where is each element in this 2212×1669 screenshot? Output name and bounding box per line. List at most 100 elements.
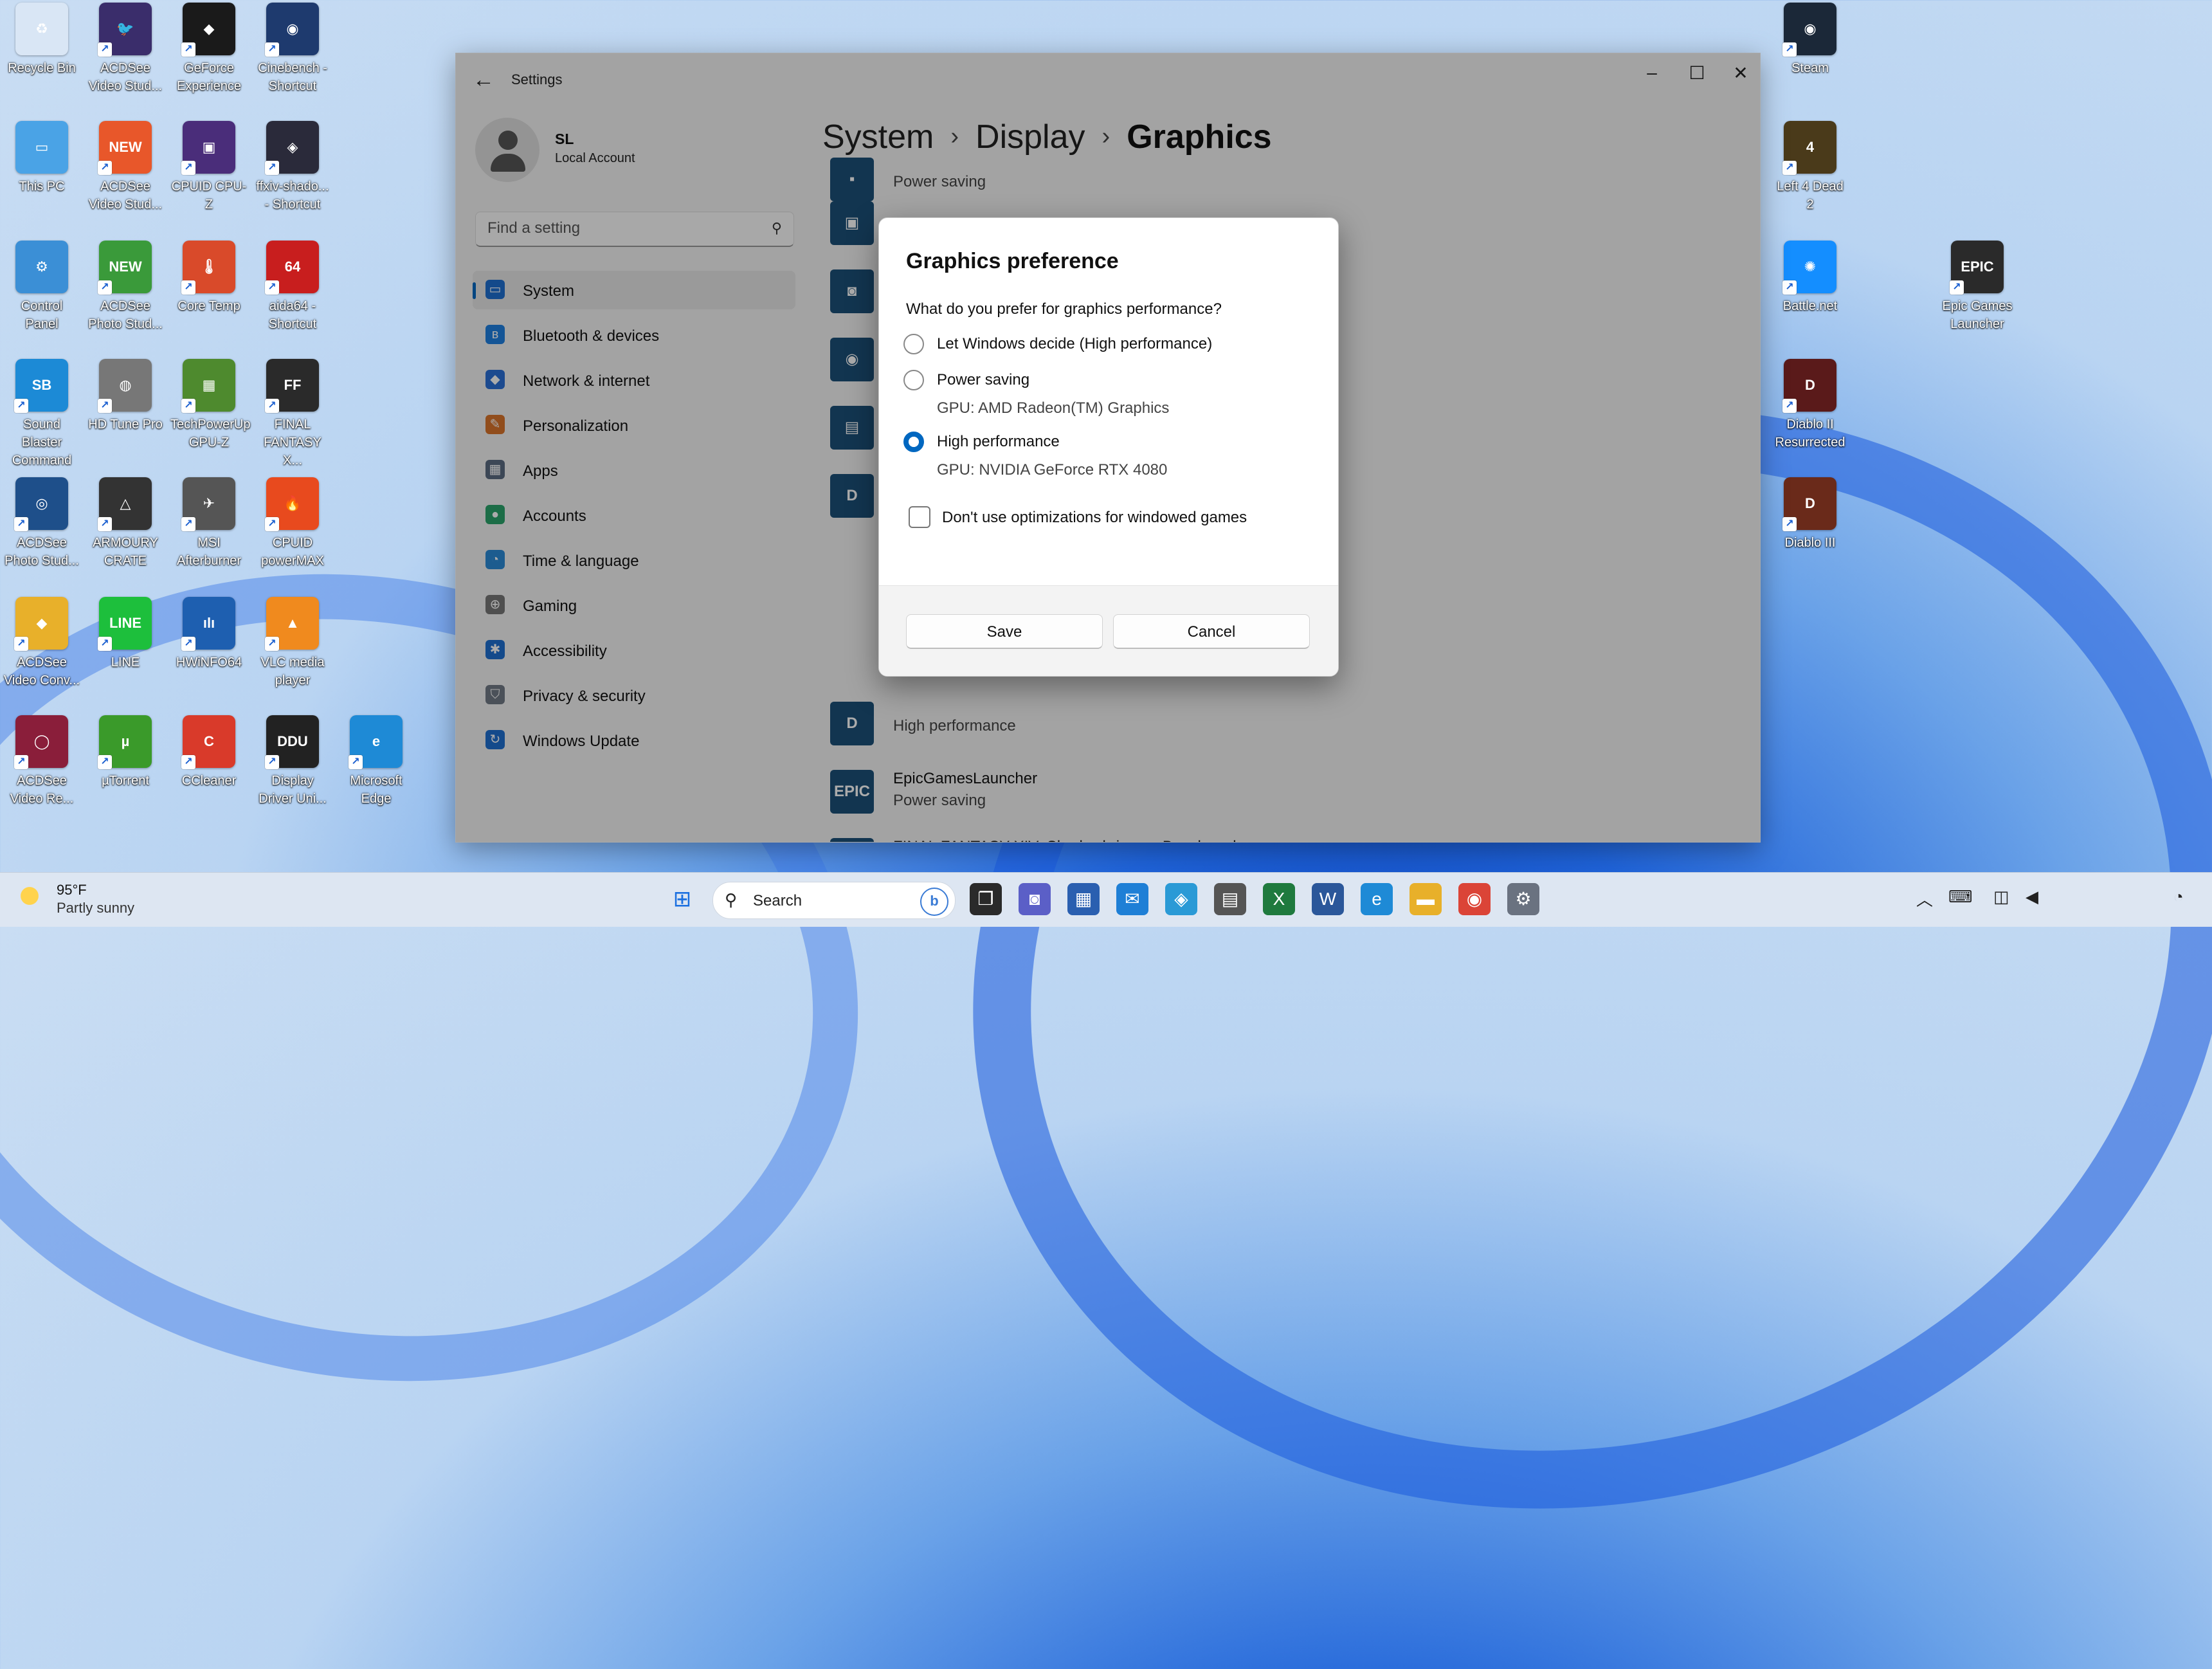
desktop-icon[interactable]: ▦ ↗ TechPowerUp GPU-Z [170,359,251,451]
edge-icon[interactable]: e [1361,883,1393,915]
desktop-icon[interactable]: ▲ ↗ VLC media player [254,597,331,689]
keyboard-icon[interactable]: ⌨ [1948,887,1973,907]
windowed-optimizations-checkbox[interactable] [909,506,930,528]
app-icon: 64 ↗ [265,241,319,295]
desktop-icon[interactable]: ◆ ↗ ACDSee Video Conv... [3,597,80,689]
bing-icon[interactable]: b [920,888,948,916]
weather-temp[interactable]: 95°F [57,882,87,898]
desktop-icon-label: µTorrent [102,774,149,788]
desktop-icon[interactable]: C ↗ CCleaner [170,715,248,790]
desktop-icon-label: aida64 - Shortcut [268,299,317,331]
app-icon: DDU ↗ [265,715,319,769]
file-explorer-icon[interactable]: ▬ [1410,883,1442,915]
app-glyph: ◯ [33,733,50,749]
weather-description[interactable]: Partly sunny [57,900,134,917]
desktop-icon[interactable]: ▭ This PC [3,121,80,196]
app-glyph: ◈ [287,139,298,155]
desktop-icon-label: Epic Games Launcher [1942,299,2013,331]
desktop-icon[interactable]: 4 ↗ Left 4 Dead 2 [1772,121,1849,214]
desktop-icon[interactable]: 🔥 ↗ CPUID powerMAX [254,477,331,570]
dialog-title: Graphics preference [906,249,1119,273]
shortcut-arrow-icon: ↗ [265,637,279,651]
desktop-icon[interactable]: 🌡 ↗ Core Temp [170,241,248,315]
option-label: High performance [937,433,1060,450]
start-icon[interactable]: ⊞ [666,883,698,915]
desktop-icon[interactable]: FF ↗ FINAL FANTASY X... [254,359,331,470]
desktop-icon[interactable]: ✺ ↗ Battle.net [1772,241,1849,315]
store-icon[interactable]: ▦ [1067,883,1100,915]
app-glyph: EPIC [1961,259,1994,275]
shortcut-arrow-icon: ↗ [1782,42,1797,57]
desktop-icon[interactable]: ♻ Recycle Bin [3,3,80,77]
desktop-icon[interactable]: NEW ↗ ACDSee Video Stud... [87,121,164,214]
shortcut-arrow-icon: ↗ [1782,399,1797,413]
desktop-icon[interactable]: ✈ ↗ MSI Afterburner [170,477,248,570]
save-button[interactable]: Save [906,614,1103,649]
weather-icon[interactable] [19,886,45,911]
desktop-icon[interactable]: ◉ ↗ Cinebench - Shortcut [254,3,331,95]
chevron-up-icon[interactable]: ︿ [1916,887,1933,911]
mail-icon[interactable]: ✉ [1116,883,1148,915]
desktop-icon[interactable]: ◎ ↗ ACDSee Photo Stud... [3,477,80,570]
option-gpu: GPU: NVIDIA GeForce RTX 4080 [937,461,1168,479]
desktop-icon[interactable]: ◍ ↗ HD Tune Pro [87,359,164,433]
maps-icon[interactable]: ◈ [1165,883,1197,915]
app-glyph: ◍ [119,377,132,393]
chat-icon[interactable]: ◙ [1019,883,1051,915]
desktop-icon[interactable]: ◉ ↗ Steam [1772,3,1849,77]
desktop-icon[interactable]: ◯ ↗ ACDSee Video Re... [3,715,80,808]
calculator-icon[interactable]: ▤ [1214,883,1246,915]
desktop-icon-label: ACDSee Video Stud... [88,179,163,212]
app-icon: D ↗ [1782,477,1836,531]
radio-button[interactable] [903,370,924,390]
desktop-icon[interactable]: e ↗ Microsoft Edge [338,715,415,808]
excel-icon[interactable]: X [1263,883,1295,915]
desktop-icon[interactable]: LINE ↗ LINE [87,597,164,671]
desktop-icon[interactable]: NEW ↗ ACDSee Photo Stud... [87,241,164,333]
desktop-icon-label: Display Driver Uni... [258,774,327,806]
desktop-icon[interactable]: D ↗ Diablo II Resurrected [1772,359,1849,451]
desktop-icon[interactable]: SB ↗ Sound Blaster Command [3,359,80,470]
shortcut-arrow-icon: ↗ [265,161,279,175]
app-glyph: ▦ [202,377,216,393]
desktop-icon-label: ACDSee Photo Stud... [88,299,163,331]
cancel-button[interactable]: Cancel [1113,614,1310,649]
taskbar-search[interactable]: ⚲ Search b [712,882,956,919]
radio-button[interactable] [903,334,924,354]
shortcut-arrow-icon: ↗ [98,161,112,175]
app-glyph: ▣ [202,139,216,155]
dialog-footer: Save Cancel [879,585,1338,676]
network-icon[interactable]: ◫ [1993,887,2009,907]
app-glyph: ▭ [35,139,49,155]
desktop-icon[interactable]: 64 ↗ aida64 - Shortcut [254,241,331,333]
shortcut-arrow-icon: ↗ [265,755,279,769]
desktop-icon[interactable]: ▣ ↗ CPUID CPU-Z [170,121,248,214]
app-icon: ♻ [15,3,68,55]
word-icon[interactable]: W [1312,883,1344,915]
notification-icon[interactable]: ◔ [2173,887,2184,907]
settings-gear-icon[interactable]: ⚙ [1507,883,1539,915]
shortcut-arrow-icon: ↗ [1782,280,1797,295]
chrome-icon[interactable]: ◉ [1458,883,1491,915]
desktop-icon[interactable]: D ↗ Diablo III [1772,477,1849,552]
desktop-icon[interactable]: EPIC ↗ Epic Games Launcher [1939,241,2016,333]
app-icon: ◆ ↗ [14,597,68,651]
desktop-icon[interactable]: µ ↗ µTorrent [87,715,164,790]
desktop-icon[interactable]: ◈ ↗ ffxiv-shado... - Shortcut [254,121,331,214]
desktop-icon[interactable]: ⚙ Control Panel [3,241,80,333]
desktop-icon[interactable]: DDU ↗ Display Driver Uni... [254,715,331,808]
desktop-icon[interactable]: ılı ↗ HWiNFO64 [170,597,248,671]
app-icon: △ ↗ [98,477,152,531]
desktop-icon[interactable]: 🐦 ↗ ACDSee Video Stud... [87,3,164,95]
desktop-icon[interactable]: △ ↗ ARMOURY CRATE [87,477,164,570]
shortcut-arrow-icon: ↗ [98,517,112,531]
app-icon: NEW ↗ [98,241,152,295]
task-view-icon[interactable]: ❐ [970,883,1002,915]
taskbar-search-label: Search [753,892,802,909]
app-glyph: 🐦 [116,21,134,37]
option-label: Let Windows decide (High performance) [937,335,1213,352]
desktop-icon[interactable]: ◆ ↗ GeForce Experience [170,3,248,95]
radio-button-selected[interactable] [903,432,924,452]
shortcut-arrow-icon: ↗ [181,399,195,413]
volume-icon[interactable]: ◀ [2026,887,2038,907]
